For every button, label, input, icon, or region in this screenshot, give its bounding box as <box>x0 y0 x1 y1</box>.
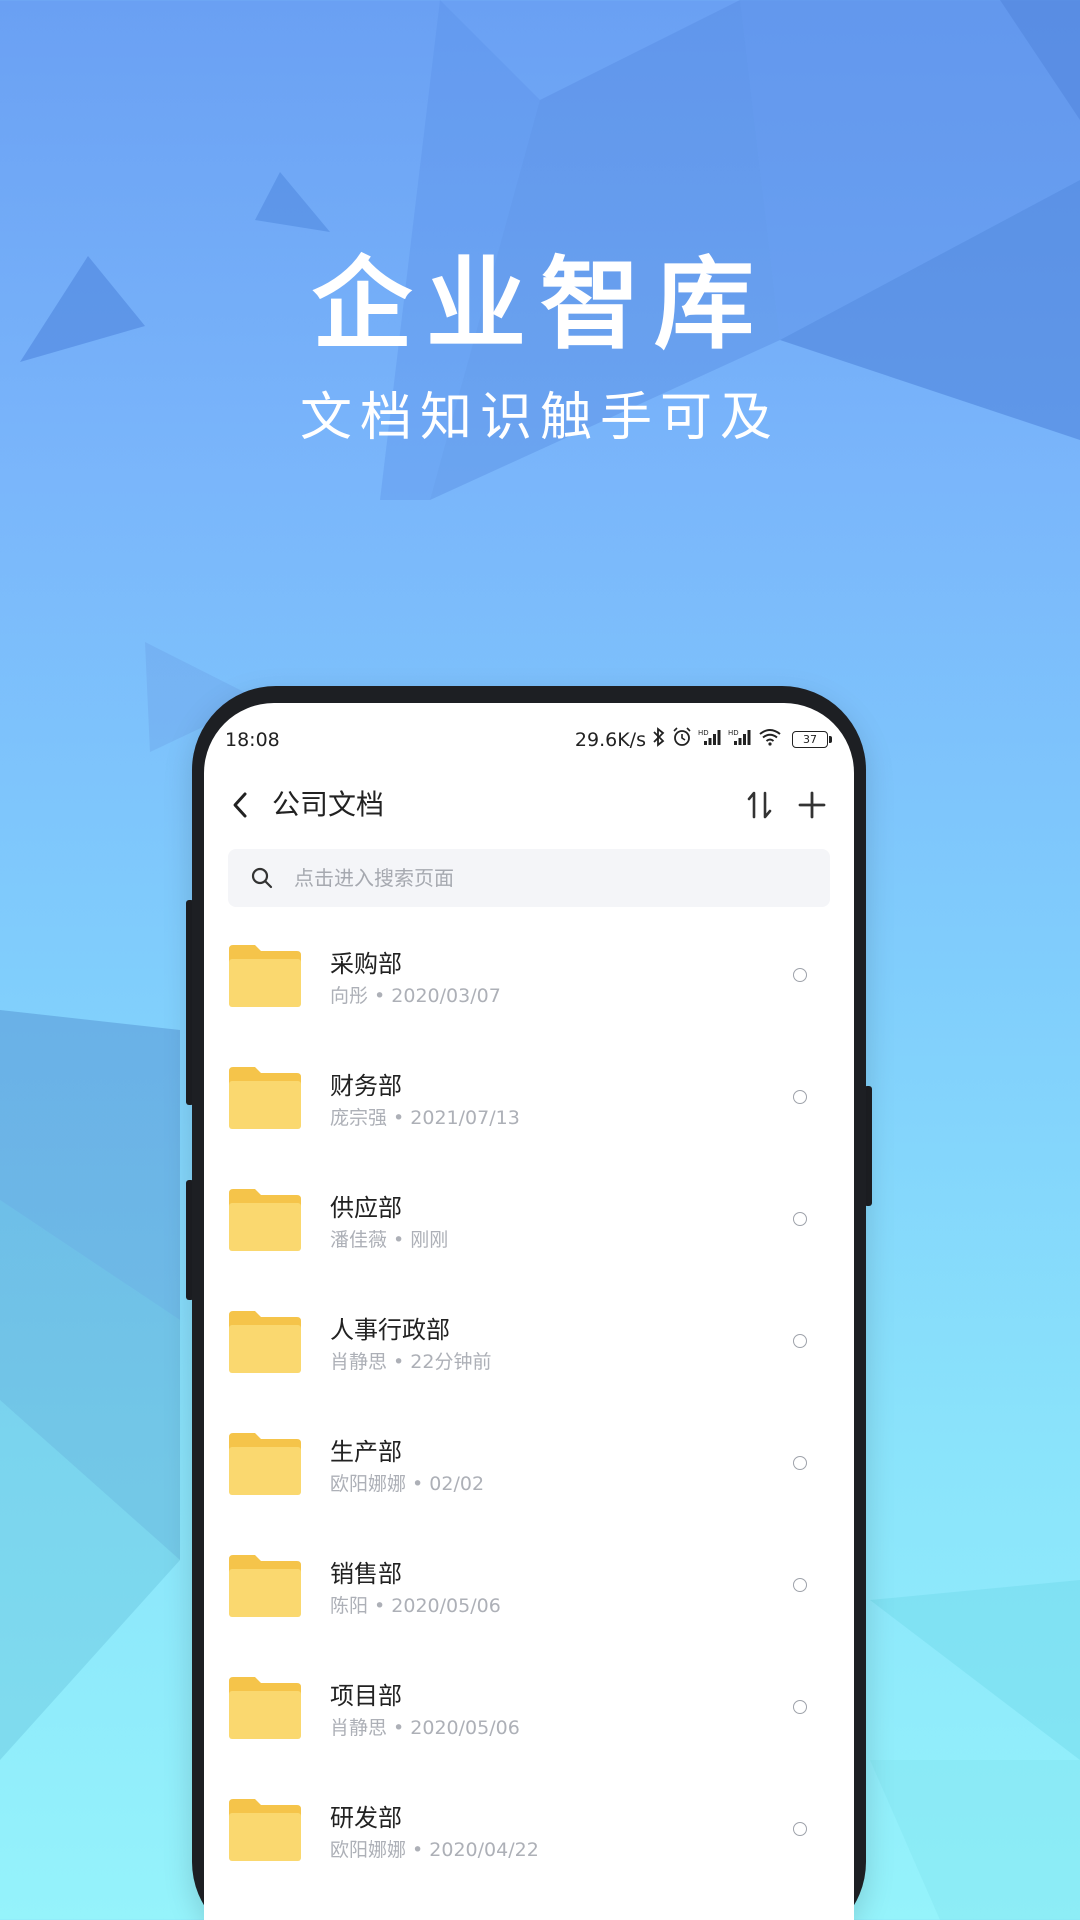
battery-level: 37 <box>803 733 817 746</box>
folder-icon <box>229 1677 301 1739</box>
file-name: 人事行政部 <box>330 1316 450 1344</box>
back-button[interactable] <box>222 787 258 823</box>
select-radio[interactable] <box>793 1578 807 1592</box>
bluetooth-icon <box>652 727 666 752</box>
sort-icon <box>747 791 772 819</box>
file-list: 采购部 向彤 • 2020/03/07 财务部 庞宗强 • 2021/07/13… <box>204 915 854 1920</box>
file-meta: 陈阳 • 2020/05/06 <box>330 1595 501 1617</box>
wifi-icon <box>758 728 782 751</box>
select-radio[interactable] <box>793 1090 807 1104</box>
status-bar: 18:08 29.6K/s HD HD 37 <box>204 703 854 759</box>
network-speed: 29.6K/s <box>574 728 646 751</box>
search-bar[interactable] <box>228 849 830 907</box>
select-radio[interactable] <box>793 1456 807 1470</box>
file-name: 项目部 <box>330 1682 402 1710</box>
plus-icon <box>798 791 826 819</box>
list-item[interactable]: 研发部 欧阳娜娜 • 2020/04/22 <box>204 1769 854 1891</box>
list-item[interactable]: 财务部 庞宗强 • 2021/07/13 <box>204 1037 854 1159</box>
folder-icon <box>229 1189 301 1251</box>
status-time: 18:08 <box>225 729 280 751</box>
phone-frame: 18:08 29.6K/s HD HD 37 公司文档 点击进入搜索页面 采购部… <box>192 686 866 1920</box>
select-radio[interactable] <box>793 1822 807 1836</box>
list-item[interactable]: 项目部 肖静思 • 2020/05/06 <box>204 1647 854 1769</box>
svg-text:HD: HD <box>698 729 709 737</box>
file-name: 供应部 <box>330 1194 402 1222</box>
file-meta: 庞宗强 • 2021/07/13 <box>330 1107 520 1129</box>
select-radio[interactable] <box>793 968 807 982</box>
hero-title: 企业智库 <box>312 246 768 363</box>
file-name: 销售部 <box>330 1560 402 1588</box>
file-meta: 肖静思 • 22分钟前 <box>330 1351 492 1373</box>
file-name: 采购部 <box>330 950 402 978</box>
list-item[interactable]: 供应部 潘佳薇 • 刚刚 <box>204 1159 854 1281</box>
select-radio[interactable] <box>793 1700 807 1714</box>
hero-subtitle: 文档知识触手可及 <box>299 388 780 448</box>
app-header: 公司文档 <box>204 769 854 843</box>
select-radio[interactable] <box>793 1212 807 1226</box>
battery-icon: 37 <box>792 731 832 748</box>
file-meta: 欧阳娜娜 • 2020/04/22 <box>330 1839 539 1861</box>
folder-icon <box>229 945 301 1007</box>
alarm-icon <box>672 727 692 752</box>
search-icon <box>251 867 273 889</box>
list-item[interactable]: 销售部 陈阳 • 2020/05/06 <box>204 1525 854 1647</box>
list-item-partial[interactable] <box>204 1891 854 1920</box>
svg-text:HD: HD <box>728 729 739 737</box>
select-radio[interactable] <box>793 1334 807 1348</box>
phone-screen: 18:08 29.6K/s HD HD 37 公司文档 点击进入搜索页面 采购部… <box>204 703 854 1920</box>
folder-icon <box>229 1067 301 1129</box>
file-name: 生产部 <box>330 1438 402 1466</box>
status-icons: 29.6K/s HD HD 37 <box>574 727 832 752</box>
add-button[interactable] <box>792 785 832 825</box>
folder-icon <box>229 1799 301 1861</box>
list-item[interactable]: 人事行政部 肖静思 • 22分钟前 <box>204 1281 854 1403</box>
list-item[interactable]: 采购部 向彤 • 2020/03/07 <box>204 915 854 1037</box>
file-meta: 欧阳娜娜 • 02/02 <box>330 1473 485 1495</box>
folder-icon <box>229 1555 301 1617</box>
signal-hd-icon: HD <box>728 728 752 751</box>
file-meta: 向彤 • 2020/03/07 <box>330 985 501 1007</box>
signal-hd-icon: HD <box>698 728 722 751</box>
file-meta: 潘佳薇 • 刚刚 <box>330 1229 449 1251</box>
sort-button[interactable] <box>740 785 780 825</box>
folder-icon <box>229 1311 301 1373</box>
chevron-left-icon <box>233 792 247 818</box>
search-input[interactable] <box>294 849 814 907</box>
file-meta: 肖静思 • 2020/05/06 <box>330 1717 520 1739</box>
page-title: 公司文档 <box>272 788 385 821</box>
list-item[interactable]: 生产部 欧阳娜娜 • 02/02 <box>204 1403 854 1525</box>
file-name: 研发部 <box>330 1804 402 1832</box>
file-name: 财务部 <box>330 1072 402 1100</box>
folder-icon <box>229 1433 301 1495</box>
